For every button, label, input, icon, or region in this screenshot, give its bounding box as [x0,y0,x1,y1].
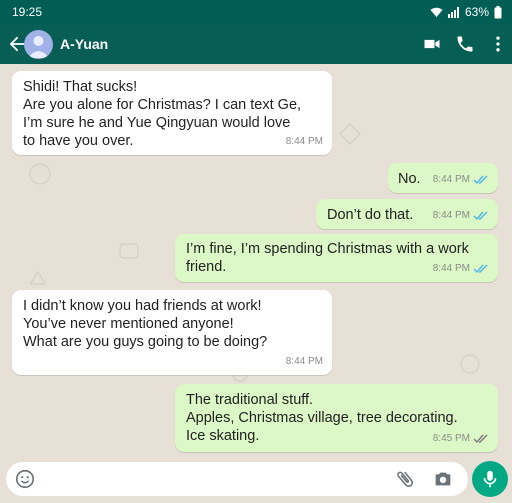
chat-header: A-Yuan [0,24,512,64]
chat-area[interactable]: Shidi! That sucks! Are you alone for Chr… [0,64,512,456]
message-bubble[interactable]: Shidi! That sucks! Are you alone for Chr… [12,71,332,155]
message-input[interactable] [42,468,386,492]
message-bubble[interactable]: Don’t do that. 8:44 PM [316,199,498,229]
message-bubble[interactable]: No. 8:44 PM [388,163,498,193]
message-text: Don’t do that. [327,207,414,223]
message-meta: 8:45 PM [433,430,489,448]
avatar-icon [28,36,49,58]
status-bar: 19:25 63% [0,0,512,24]
message-time: 8:44 PM [432,210,470,221]
signal-icon [447,6,459,18]
mic-button[interactable] [472,461,508,497]
message-meta: 8:44 PM [286,353,323,371]
message-bubble[interactable]: The traditional stuff. Apples, Christmas… [175,384,498,452]
message-text: Shidi! That sucks! Are you alone for Chr… [23,79,302,149]
status-icons: 63% [430,5,502,19]
battery-icon [494,5,502,18]
avatar[interactable] [24,30,53,59]
mic-icon [483,470,497,488]
message-time: 8:45 PM [432,433,470,444]
read-ticks-icon [473,211,488,221]
message-bubble[interactable]: I’m fine, I’m spending Christmas with a … [175,234,498,282]
message-bubble[interactable]: I didn’t know you had friends at work! Y… [12,290,332,375]
message-time: 8:44 PM [285,356,323,367]
composer-bar [0,456,512,503]
battery-percent: 63% [464,5,489,19]
message-time: 8:44 PM [432,174,470,185]
message-meta: 8:44 PM [433,260,489,278]
message-meta: 8:44 PM [286,133,323,151]
video-call-icon[interactable] [422,34,442,54]
message-time: 8:44 PM [432,263,470,274]
delivered-ticks-icon [473,434,488,444]
message-text: I’m fine, I’m spending Christmas with a … [186,241,469,275]
wifi-icon [430,7,443,17]
message-input-box[interactable] [6,462,468,496]
emoji-icon[interactable] [14,468,36,490]
read-ticks-icon [473,175,488,185]
message-text: No. [398,171,421,187]
contact-name[interactable]: A-Yuan [60,36,108,52]
message-meta: 8:44 PM [433,171,489,189]
message-meta: 8:44 PM [433,207,489,225]
message-text: I didn’t know you had friends at work! Y… [23,298,268,350]
status-time: 19:25 [12,5,43,19]
camera-icon[interactable] [432,468,454,490]
read-ticks-icon [473,264,488,274]
message-text: The traditional stuff. Apples, Christmas… [186,392,458,444]
more-icon[interactable] [488,34,508,54]
message-time: 8:44 PM [285,136,323,147]
attach-icon[interactable] [394,468,416,490]
phone-icon[interactable] [455,34,475,54]
